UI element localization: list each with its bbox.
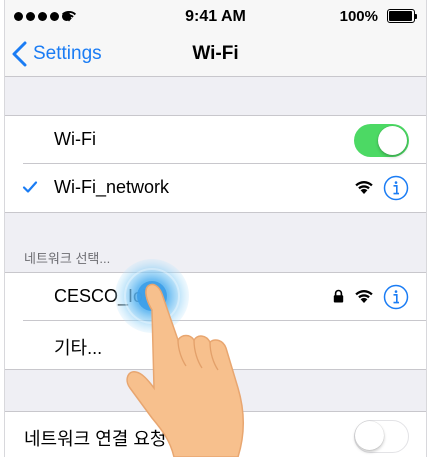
info-icon[interactable] — [383, 284, 409, 310]
lock-icon — [333, 289, 344, 303]
network-section-header: 네트워크 선택... — [24, 251, 111, 266]
ask-to-join-toggle-switch[interactable] — [354, 420, 409, 453]
wifi-toggle-switch[interactable] — [354, 124, 409, 157]
info-icon[interactable] — [383, 175, 409, 201]
wifi-strength-icon — [355, 181, 373, 194]
navigation-bar: Settings Wi-Fi — [5, 34, 426, 77]
wifi-group: Wi-Fi Wi-Fi_network — [5, 115, 426, 213]
other-network-row[interactable]: 기타... — [5, 321, 426, 369]
connected-network-name: Wi-Fi_network — [54, 177, 170, 197]
ask-to-join-group: 네트워크 연결 요청 — [5, 411, 426, 457]
checkmark-icon — [22, 181, 38, 193]
network-list-group: CESCO_IoT 기타... — [5, 272, 426, 370]
ask-to-join-label: 네트워크 연결 요청 — [24, 429, 167, 449]
other-network-label: 기타... — [54, 338, 103, 358]
ask-to-join-row: 네트워크 연결 요청 — [5, 412, 426, 457]
toggle-knob — [378, 126, 407, 155]
wifi-toggle-label: Wi-Fi — [54, 129, 96, 149]
wifi-toggle-row: Wi-Fi — [5, 116, 426, 164]
toggle-knob — [355, 421, 384, 450]
battery-percentage: 100% — [339, 8, 378, 25]
status-bar: 9:41 AM 100% — [5, 0, 426, 34]
wifi-strength-icon — [355, 290, 373, 303]
battery-icon — [387, 9, 418, 23]
network-name: CESCO_IoT — [54, 286, 155, 306]
connected-network-row[interactable]: Wi-Fi_network — [5, 164, 426, 212]
settings-screen: 9:41 AM 100% Settings Wi-Fi Wi-Fi Wi-Fi_… — [4, 0, 427, 457]
network-row-cesco-iot[interactable]: CESCO_IoT — [5, 273, 426, 321]
page-title: Wi-Fi — [192, 43, 239, 64]
